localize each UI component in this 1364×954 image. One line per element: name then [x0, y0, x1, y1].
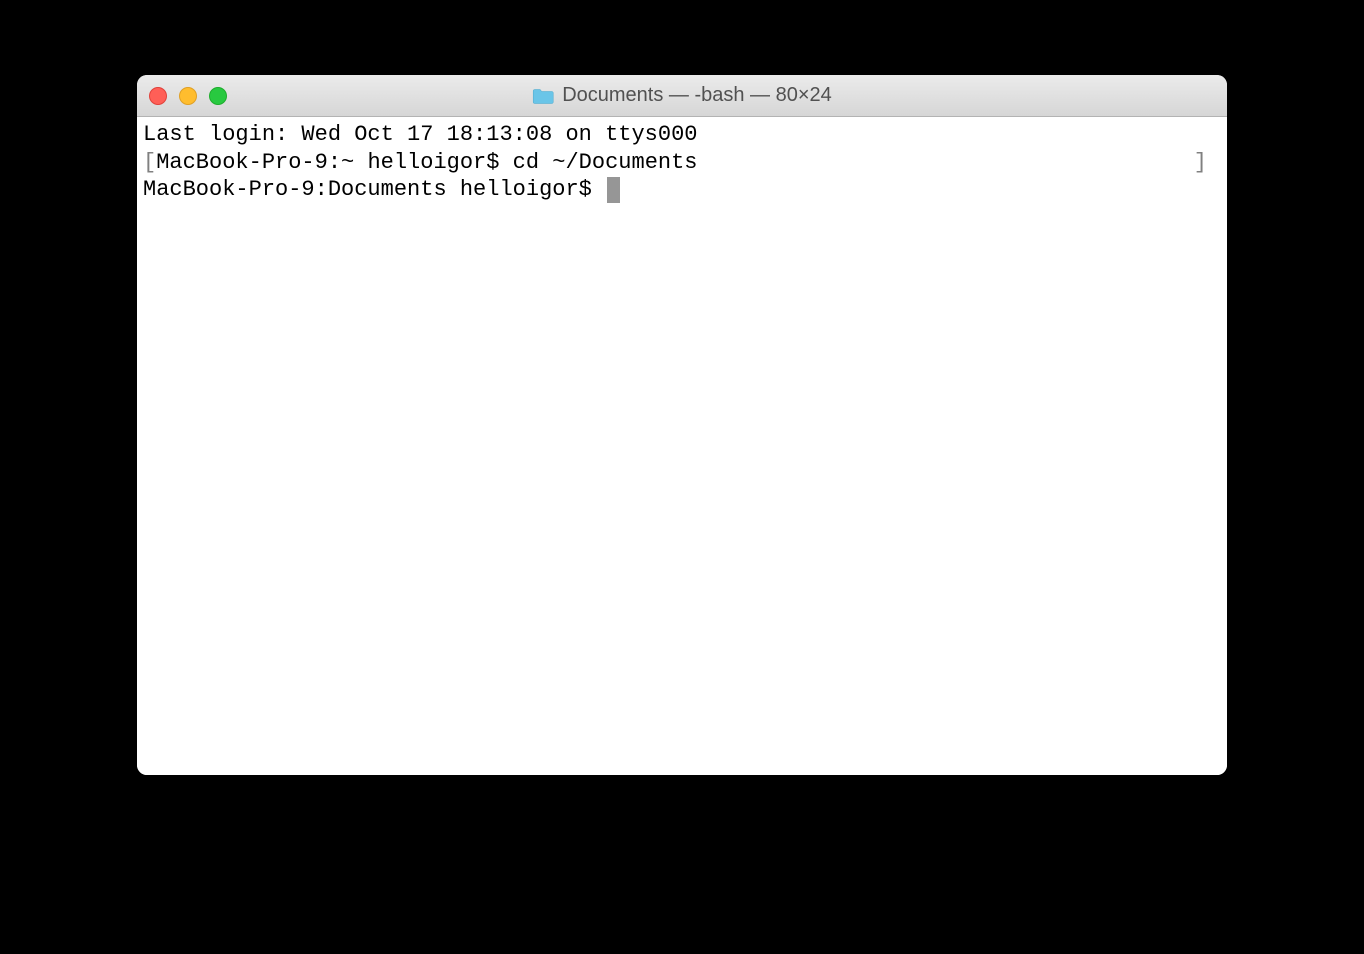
- terminal-line: [MacBook-Pro-9:~ helloigor$ cd ~/Documen…: [143, 149, 1221, 177]
- command-text: cd ~/Documents: [513, 149, 698, 177]
- maximize-button[interactable]: [209, 87, 227, 105]
- bracket-right: ]: [1194, 149, 1207, 177]
- folder-icon: [532, 87, 554, 105]
- terminal-window: Documents — -bash — 80×24 Last login: We…: [137, 75, 1227, 775]
- terminal-line: MacBook-Pro-9:Documents helloigor$: [143, 176, 1221, 204]
- traffic-lights: [149, 87, 227, 105]
- window-title: Documents — -bash — 80×24: [562, 84, 832, 107]
- bracket-left: [: [143, 149, 156, 177]
- terminal-line-wrapper: [MacBook-Pro-9:~ helloigor$ cd ~/Documen…: [143, 149, 1221, 177]
- minimize-button[interactable]: [179, 87, 197, 105]
- titlebar[interactable]: Documents — -bash — 80×24: [137, 75, 1227, 117]
- close-button[interactable]: [149, 87, 167, 105]
- prompt-text: MacBook-Pro-9:~ helloigor$: [156, 149, 512, 177]
- cursor-block: [607, 177, 620, 203]
- terminal-body[interactable]: Last login: Wed Oct 17 18:13:08 on ttys0…: [137, 117, 1227, 775]
- terminal-line: Last login: Wed Oct 17 18:13:08 on ttys0…: [143, 121, 1221, 149]
- title-content: Documents — -bash — 80×24: [532, 84, 832, 107]
- prompt-text: MacBook-Pro-9:Documents helloigor$: [143, 176, 605, 204]
- last-login-text: Last login: Wed Oct 17 18:13:08 on ttys0…: [143, 121, 698, 149]
